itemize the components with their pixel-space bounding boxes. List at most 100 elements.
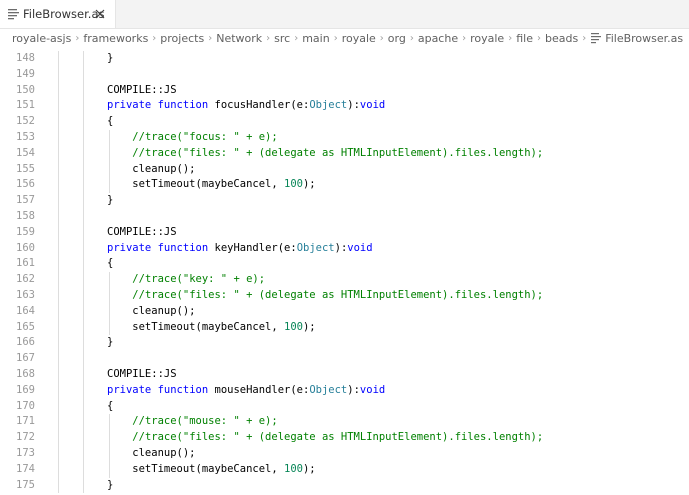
code-text: { [107, 257, 114, 270]
code-line[interactable]: 150 COMPILE::JS [0, 83, 689, 99]
code-editor[interactable]: 148} 149 150 COMPILE::JS 151 private function… [0, 48, 689, 495]
code-text: { [107, 399, 114, 412]
code-line[interactable]: 152 { [0, 114, 689, 130]
line-number: 153 [16, 131, 35, 143]
code-line[interactable]: 154 //trace("files: " + (delegate as HTM… [0, 146, 689, 162]
code-text: //trace("files: " + (delegate as HTMLInp… [132, 289, 544, 301]
breadcrumb-item[interactable]: royale [470, 32, 504, 45]
code-text: } [107, 194, 114, 207]
close-icon[interactable] [93, 7, 107, 21]
code-line[interactable]: 165 setTimeout(maybeCancel, 100); [0, 320, 689, 336]
code-line[interactable]: 158 [0, 209, 689, 225]
code-text: //trace("focus: " + e); [132, 131, 278, 143]
breadcrumb-item[interactable]: FileBrowser.as [605, 32, 683, 45]
breadcrumb-item[interactable]: projects [160, 32, 204, 45]
line-number: 162 [16, 273, 35, 286]
line-number: 163 [16, 289, 35, 301]
chevron-right-icon: › [582, 32, 587, 44]
code-text: private function focusHandler(e:Object):… [107, 99, 386, 112]
file-lines-icon [591, 32, 602, 43]
code-line[interactable]: 156 setTimeout(maybeCancel, 100); [0, 177, 689, 193]
line-number: 160 [16, 241, 35, 254]
code-line[interactable]: 175} [0, 478, 689, 494]
line-number: 168 [16, 368, 35, 380]
chevron-right-icon: › [409, 32, 414, 44]
code-text: COMPILE::JS [107, 225, 177, 238]
indent-guide [83, 51, 84, 494]
file-lines-icon [8, 9, 19, 20]
code-text: } [107, 478, 114, 491]
indent-guide [109, 414, 110, 478]
breadcrumb-item[interactable]: royale [342, 32, 376, 45]
chevron-right-icon: › [152, 32, 157, 44]
chevron-right-icon: › [462, 32, 467, 44]
code-text: private function keyHandler(e:Object):vo… [107, 241, 373, 254]
code-line[interactable]: 157} [0, 193, 689, 209]
line-number: 158 [16, 210, 35, 222]
breadcrumb-item[interactable]: src [274, 32, 290, 45]
line-number: 175 [16, 478, 35, 491]
code-text: setTimeout(maybeCancel, 100); [107, 462, 316, 475]
code-line[interactable]: 151 private function focusHandler(e:Objec… [0, 98, 689, 114]
chevron-right-icon: › [294, 32, 299, 44]
code-line[interactable]: 163 //trace("files: " + (delegate as HTM… [0, 288, 689, 304]
line-number: 150 [16, 83, 35, 96]
line-number: 167 [16, 352, 35, 365]
line-number: 170 [16, 399, 35, 412]
code-text: //trace("mouse: " + e); [132, 415, 278, 428]
breadcrumb-item[interactable]: royale-asjs [12, 32, 71, 45]
code-line[interactable]: 174 setTimeout(maybeCancel, 100); [0, 462, 689, 478]
line-number: 151 [16, 99, 35, 112]
line-number: 166 [16, 336, 35, 349]
code-line[interactable]: 164 cleanup(); [0, 304, 689, 320]
code-line[interactable]: 173 cleanup(); [0, 446, 689, 462]
line-number: 159 [16, 225, 35, 238]
indent-guide [58, 51, 59, 494]
code-line[interactable]: 170 { [0, 399, 689, 415]
chevron-right-icon: › [379, 32, 384, 44]
code-line[interactable]: 167 [0, 351, 689, 367]
code-text: cleanup(); [107, 162, 196, 175]
code-line[interactable]: 149 [0, 67, 689, 83]
indent-guide [109, 130, 110, 194]
code-line[interactable]: 161 { [0, 256, 689, 272]
breadcrumb-item[interactable]: file [516, 32, 533, 45]
code-line[interactable]: 155 cleanup(); [0, 162, 689, 178]
line-number: 173 [16, 447, 35, 459]
code-line[interactable]: 153 //trace("focus: " + e); [0, 130, 689, 146]
code-line[interactable]: 168 COMPILE::JS [0, 367, 689, 383]
breadcrumb-item[interactable]: org [388, 32, 406, 45]
code-line[interactable]: 162 //trace("key: " + e); [0, 272, 689, 288]
breadcrumb-item[interactable]: frameworks [83, 32, 148, 45]
breadcrumb-item[interactable]: apache [418, 32, 458, 45]
line-number: 171 [16, 415, 35, 428]
code-text: COMPILE::JS [107, 83, 177, 96]
code-line[interactable]: 169 private function mouseHandler(e:Objec… [0, 383, 689, 399]
code-line[interactable]: 171 //trace("mouse: " + e); [0, 414, 689, 430]
code-text: setTimeout(maybeCancel, 100); [107, 320, 316, 333]
breadcrumb-item[interactable]: main [302, 32, 329, 45]
line-number: 157 [16, 194, 35, 207]
chevron-right-icon: › [508, 32, 513, 44]
breadcrumb-item[interactable]: beads [545, 32, 578, 45]
indent-guide [109, 272, 110, 336]
line-number: 154 [16, 146, 35, 159]
code-line[interactable]: 166} [0, 335, 689, 351]
line-number: 149 [16, 67, 35, 80]
tab-filebrowser[interactable]: FileBrowser.as [0, 0, 116, 28]
line-number: 156 [16, 178, 35, 191]
code-line[interactable]: 159 COMPILE::JS [0, 225, 689, 241]
code-text: } [107, 336, 114, 349]
line-number: 165 [16, 320, 35, 333]
tab-bar: FileBrowser.as [0, 0, 689, 29]
code-text: //trace("files: " + (delegate as HTMLInp… [132, 146, 544, 159]
line-number: 164 [16, 304, 35, 317]
code-line[interactable]: 148} [0, 51, 689, 67]
code-line[interactable]: 172 //trace("files: " + (delegate as HTM… [0, 430, 689, 446]
line-number: 152 [16, 115, 35, 128]
chevron-right-icon: › [536, 32, 541, 44]
breadcrumb-item[interactable]: Network [216, 32, 262, 45]
chevron-right-icon: › [266, 32, 271, 44]
code-text: setTimeout(maybeCancel, 100); [107, 178, 316, 191]
code-line[interactable]: 160 private function keyHandler(e:Object)… [0, 241, 689, 257]
